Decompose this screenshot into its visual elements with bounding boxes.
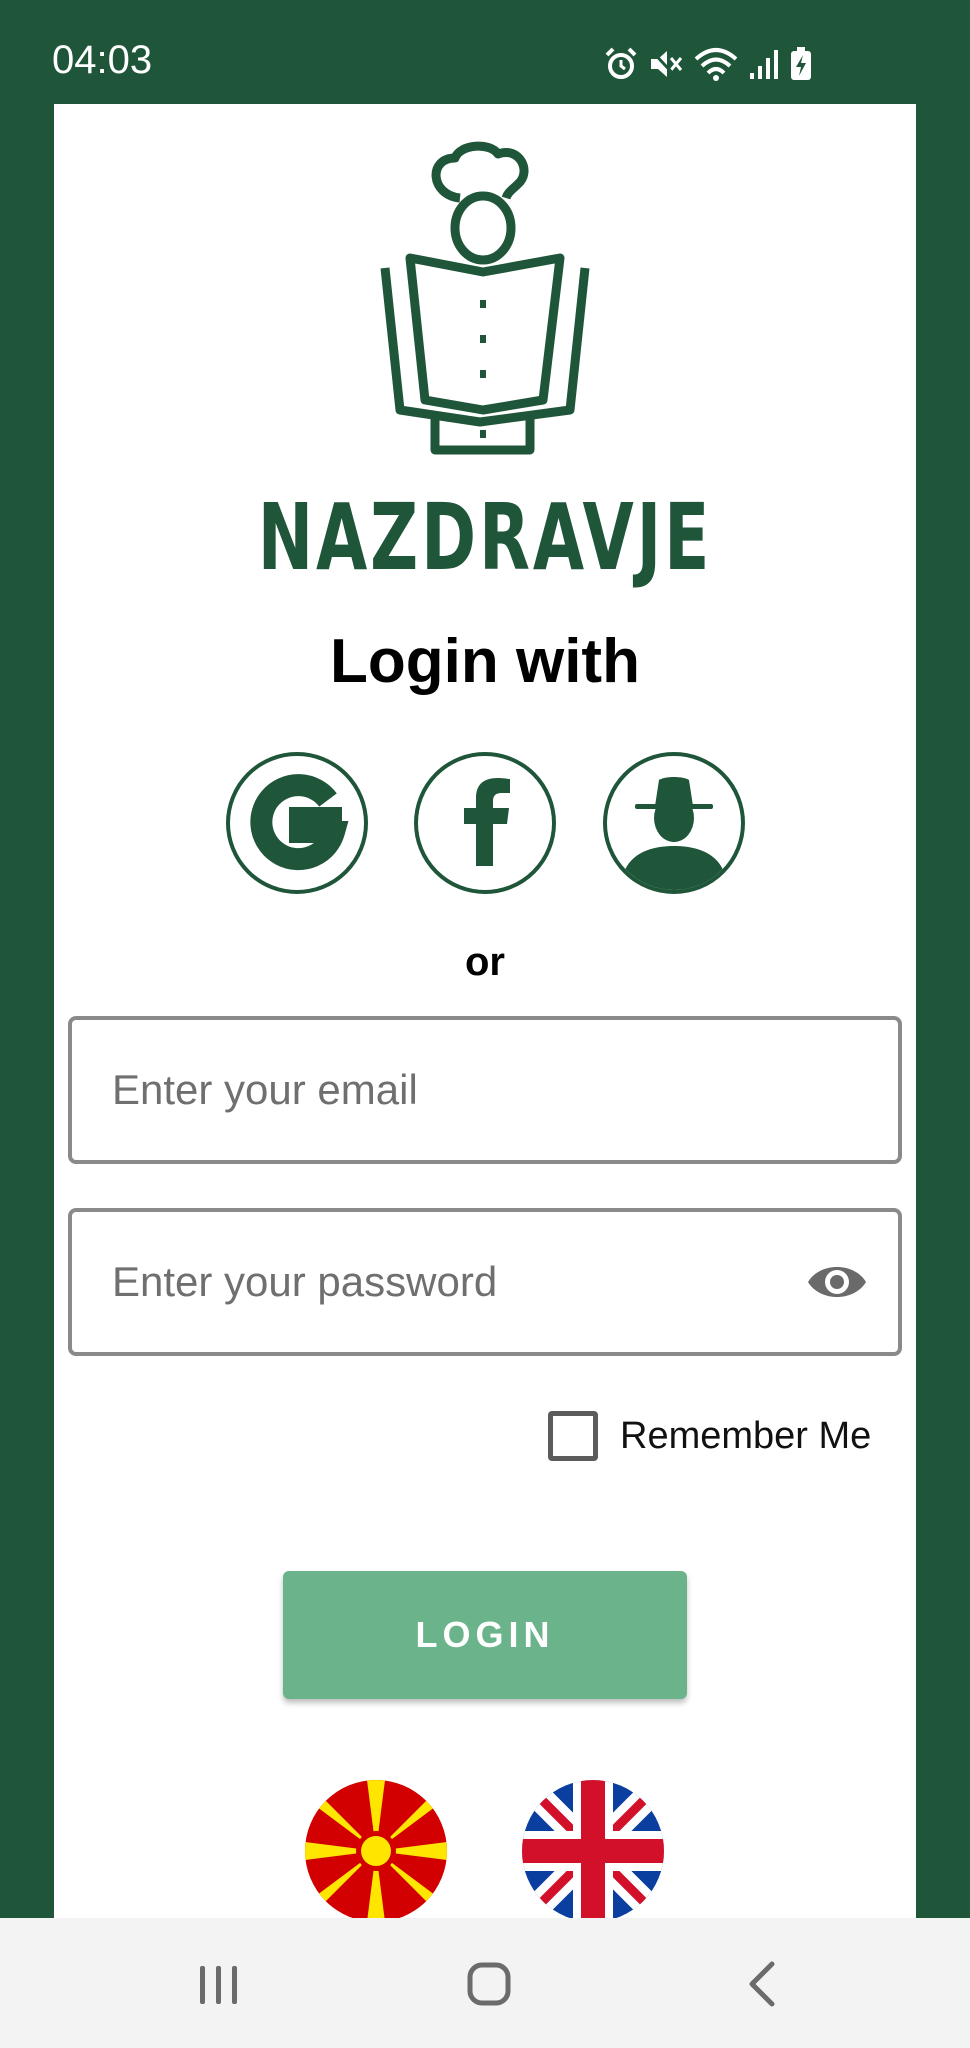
- password-input[interactable]: [112, 1212, 812, 1352]
- password-field[interactable]: [68, 1208, 902, 1356]
- signal-icon: [750, 50, 778, 79]
- status-icons: [604, 44, 812, 84]
- guest-user-icon: [621, 777, 727, 890]
- back-button[interactable]: [700, 1918, 820, 2048]
- facebook-icon: [464, 778, 510, 866]
- remember-me-label: Remember Me: [620, 1414, 872, 1457]
- system-nav-bar: [0, 1918, 970, 2048]
- facebook-login-button[interactable]: [414, 752, 556, 894]
- login-button[interactable]: LOGIN: [283, 1571, 687, 1699]
- login-with-heading: Login with: [330, 627, 640, 696]
- or-separator: or: [465, 940, 505, 984]
- show-password-eye-icon[interactable]: [806, 1258, 868, 1306]
- guest-login-button[interactable]: [603, 752, 745, 894]
- back-icon: [749, 1961, 775, 2007]
- status-bar: 04:03: [0, 0, 970, 104]
- recents-button[interactable]: [158, 1918, 278, 2048]
- chef-book-logo-icon: [380, 141, 590, 455]
- wifi-icon: [694, 48, 738, 81]
- remember-me[interactable]: Remember Me: [548, 1410, 871, 1462]
- recents-icon: [200, 1966, 237, 2004]
- email-field[interactable]: [68, 1016, 902, 1164]
- google-icon: [250, 774, 349, 871]
- uk-flag-icon: [522, 1780, 664, 1922]
- language-english-button[interactable]: [522, 1780, 664, 1922]
- brand-name: NAZDRAVJE: [257, 484, 713, 591]
- remember-me-checkbox[interactable]: [548, 1411, 598, 1461]
- status-time: 04:03: [52, 38, 153, 82]
- language-macedonian-button[interactable]: [305, 1780, 447, 1922]
- home-icon: [467, 1962, 511, 2006]
- email-input[interactable]: [112, 1020, 812, 1160]
- google-login-button[interactable]: [226, 752, 368, 894]
- home-button[interactable]: [429, 1918, 549, 2048]
- mute-icon: [648, 47, 683, 81]
- battery-charging-icon: [791, 47, 811, 80]
- alarm-icon: [605, 47, 637, 79]
- macedonia-flag-icon: [305, 1780, 447, 1922]
